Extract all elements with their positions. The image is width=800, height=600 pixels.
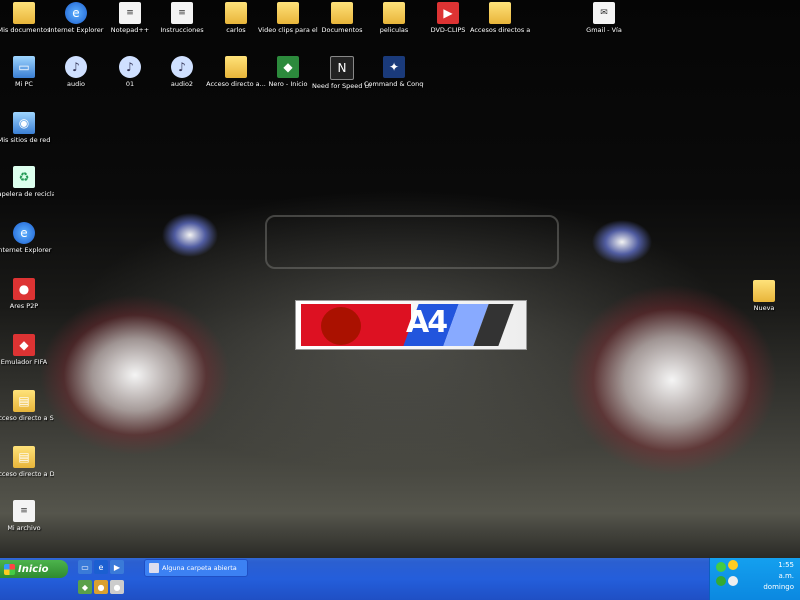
tray-app-icon[interactable]	[716, 576, 726, 586]
desktop-icon-gmail[interactable]: ✉ Gmail - Vía	[574, 2, 634, 34]
mail-icon: ✉	[593, 2, 615, 24]
windows-logo-icon	[4, 563, 15, 575]
nero-icon: ◆	[277, 56, 299, 78]
quicklaunch-app-icon[interactable]: ●	[110, 580, 124, 594]
desktop-icon-command-conquer[interactable]: ✦ Command & Conquer...	[364, 56, 424, 88]
shortcut-folder-icon: ▤	[13, 390, 35, 412]
plate-text: A4	[406, 305, 448, 340]
desktop-icon-carlos[interactable]: carlos	[206, 2, 266, 34]
desktop-icon-video-clips[interactable]: Video clips para el coche	[258, 2, 318, 34]
messenger-icon[interactable]	[728, 560, 738, 570]
game-icon: ◆	[13, 334, 35, 356]
game-icon: ✦	[383, 56, 405, 78]
media-player-icon[interactable]: ▶	[110, 560, 124, 574]
document-icon: ≡	[13, 500, 35, 522]
desktop-icon-peliculas[interactable]: peliculas	[364, 2, 424, 34]
folder-icon	[489, 2, 511, 24]
desktop-icon-notepad[interactable]: ≡ Notepad++	[100, 2, 160, 34]
desktop-icon-recycle-bin[interactable]: ♻ Papelera de reciclaje	[0, 166, 54, 198]
quicklaunch-app-icon[interactable]: ●	[94, 580, 108, 594]
computer-icon: ▭	[13, 56, 35, 78]
taskbar: Inicio ▭ e ▶ ◆ ● ● Alguna carpeta abiert…	[0, 558, 800, 600]
clock-period: a.m.	[778, 572, 794, 580]
desktop-icon-audio-01[interactable]: ♪ 01	[100, 56, 160, 88]
internet-explorer-icon: e	[65, 2, 87, 24]
desktop-icon-setup-shortcut[interactable]: ▤ Acceso directo a Setup	[0, 390, 54, 422]
desktop-icon-emulator[interactable]: ◆ Emulador FIFA	[0, 334, 54, 366]
audio-file-icon: ♪	[171, 56, 193, 78]
document-icon: ≡	[119, 2, 141, 24]
clock-day: domingo	[763, 583, 794, 591]
volume-icon[interactable]	[728, 576, 738, 586]
car-grille	[265, 215, 559, 269]
desktop-icon-shortcut-folder[interactable]: Acceso directo a...	[206, 56, 266, 88]
recycle-bin-icon: ♻	[13, 166, 35, 188]
show-desktop-icon[interactable]: ▭	[78, 560, 92, 574]
taskbar-window-button[interactable]: Alguna carpeta abierta	[144, 559, 248, 577]
devil-mascot-icon	[321, 307, 361, 345]
desktop-icon-documentos[interactable]: Documentos	[312, 2, 372, 34]
folder-icon	[383, 2, 405, 24]
folder-icon	[13, 2, 35, 24]
desktop-icon-audio[interactable]: ♪ audio	[46, 56, 106, 88]
desktop-icon-ares[interactable]: ● Ares P2P	[0, 278, 54, 310]
desktop-icon-internet-explorer[interactable]: e Internet Explorer	[46, 2, 106, 34]
network-icon: ◉	[13, 112, 35, 134]
document-icon: ≡	[171, 2, 193, 24]
quicklaunch-app-icon[interactable]: ◆	[78, 580, 92, 594]
audio-file-icon: ♪	[65, 56, 87, 78]
shortcut-folder-icon: ▤	[13, 446, 35, 468]
desktop-icon-audio-2[interactable]: ♪ audio2	[152, 56, 212, 88]
folder-icon	[225, 56, 247, 78]
folder-icon	[753, 280, 775, 302]
desktop-icon-shortcuts-folder[interactable]: Accesos directos a cosas	[470, 2, 530, 34]
video-file-icon: ▶	[437, 2, 459, 24]
folder-icon	[277, 2, 299, 24]
desktop-icon-internet-explorer-2[interactable]: e Internet Explorer	[0, 222, 54, 254]
internet-explorer-icon: e	[13, 222, 35, 244]
start-button[interactable]: Inicio	[0, 560, 68, 578]
audio-file-icon: ♪	[119, 56, 141, 78]
folder-icon	[331, 2, 353, 24]
ares-icon: ●	[13, 278, 35, 300]
desktop-icon-my-file[interactable]: ≡ Mi archivo	[0, 500, 54, 532]
desktop[interactable]: A4 Mis documentos e Internet Explorer ≡ …	[0, 0, 800, 558]
desktop-icon-new-folder[interactable]: Nueva	[734, 280, 794, 312]
tray-app-icon[interactable]	[716, 562, 726, 572]
window-icon	[149, 563, 159, 573]
system-tray: 1:55 a.m. domingo	[709, 558, 800, 600]
desktop-icon-need-for-speed[interactable]: N Need for Speed Under...	[312, 56, 372, 90]
desktop-icon-instructions[interactable]: ≡ Instrucciones	[152, 2, 212, 34]
internet-explorer-quicklaunch-icon[interactable]: e	[94, 560, 108, 574]
license-plate-logo: A4	[295, 300, 527, 350]
desktop-icon-dvd-clips[interactable]: ▶ DVD-CLIPS	[418, 2, 478, 34]
game-icon: N	[330, 56, 354, 80]
desktop-icon-network-places[interactable]: ◉ Mis sitios de red	[0, 112, 54, 144]
desktop-icon-documents-shortcut[interactable]: ▤ Acceso directo a Documents	[0, 446, 54, 478]
clock-time[interactable]: 1:55	[778, 561, 794, 569]
folder-icon	[225, 2, 247, 24]
desktop-icon-nero[interactable]: ◆ Nero - Inicio	[258, 56, 318, 88]
